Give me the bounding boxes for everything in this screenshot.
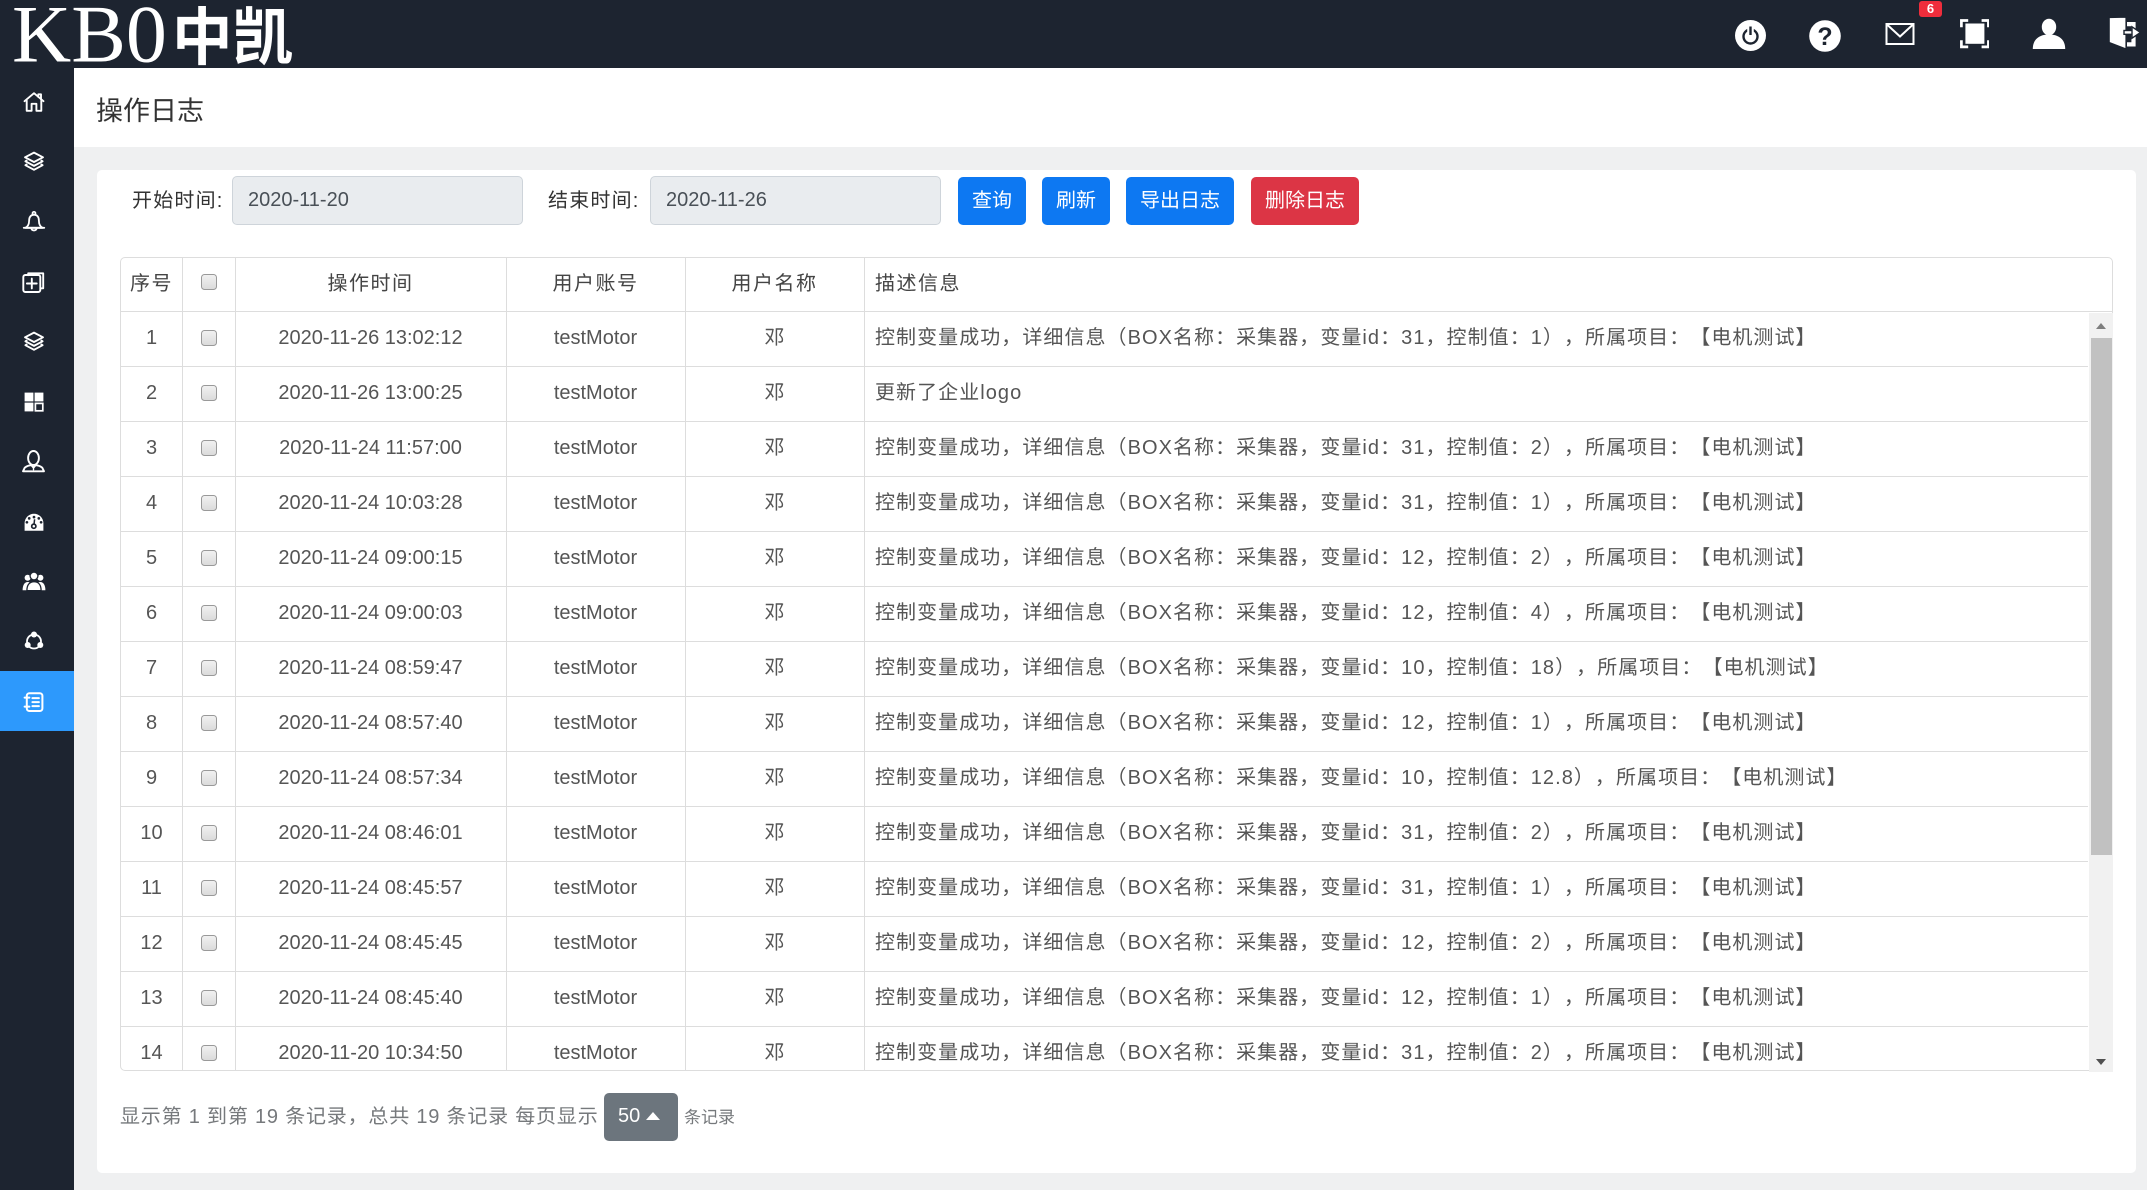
svg-text:中凯: 中凯 — [172, 0, 293, 68]
svg-text:?: ? — [1817, 23, 1832, 51]
svg-text:KB0: KB0 — [12, 0, 167, 68]
